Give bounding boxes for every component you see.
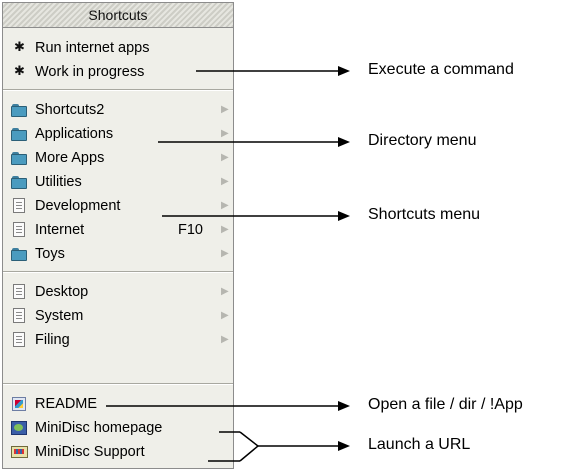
arrowhead-icon [338, 211, 350, 221]
annotation-shortcuts-menu: Shortcuts menu [368, 206, 481, 223]
annotation-launch-url: Launch a URL [368, 436, 471, 453]
annotation-open-file: Open a file / dir / !App [368, 396, 523, 413]
callout-brace [239, 431, 260, 462]
arrowhead-icon [338, 401, 350, 411]
annotation-execute-command: Execute a command [368, 61, 514, 78]
arrowhead-icon [338, 66, 350, 76]
annotation-directory-menu: Directory menu [368, 132, 477, 149]
arrowhead-icon [338, 441, 350, 451]
arrowhead-icon [338, 137, 350, 147]
